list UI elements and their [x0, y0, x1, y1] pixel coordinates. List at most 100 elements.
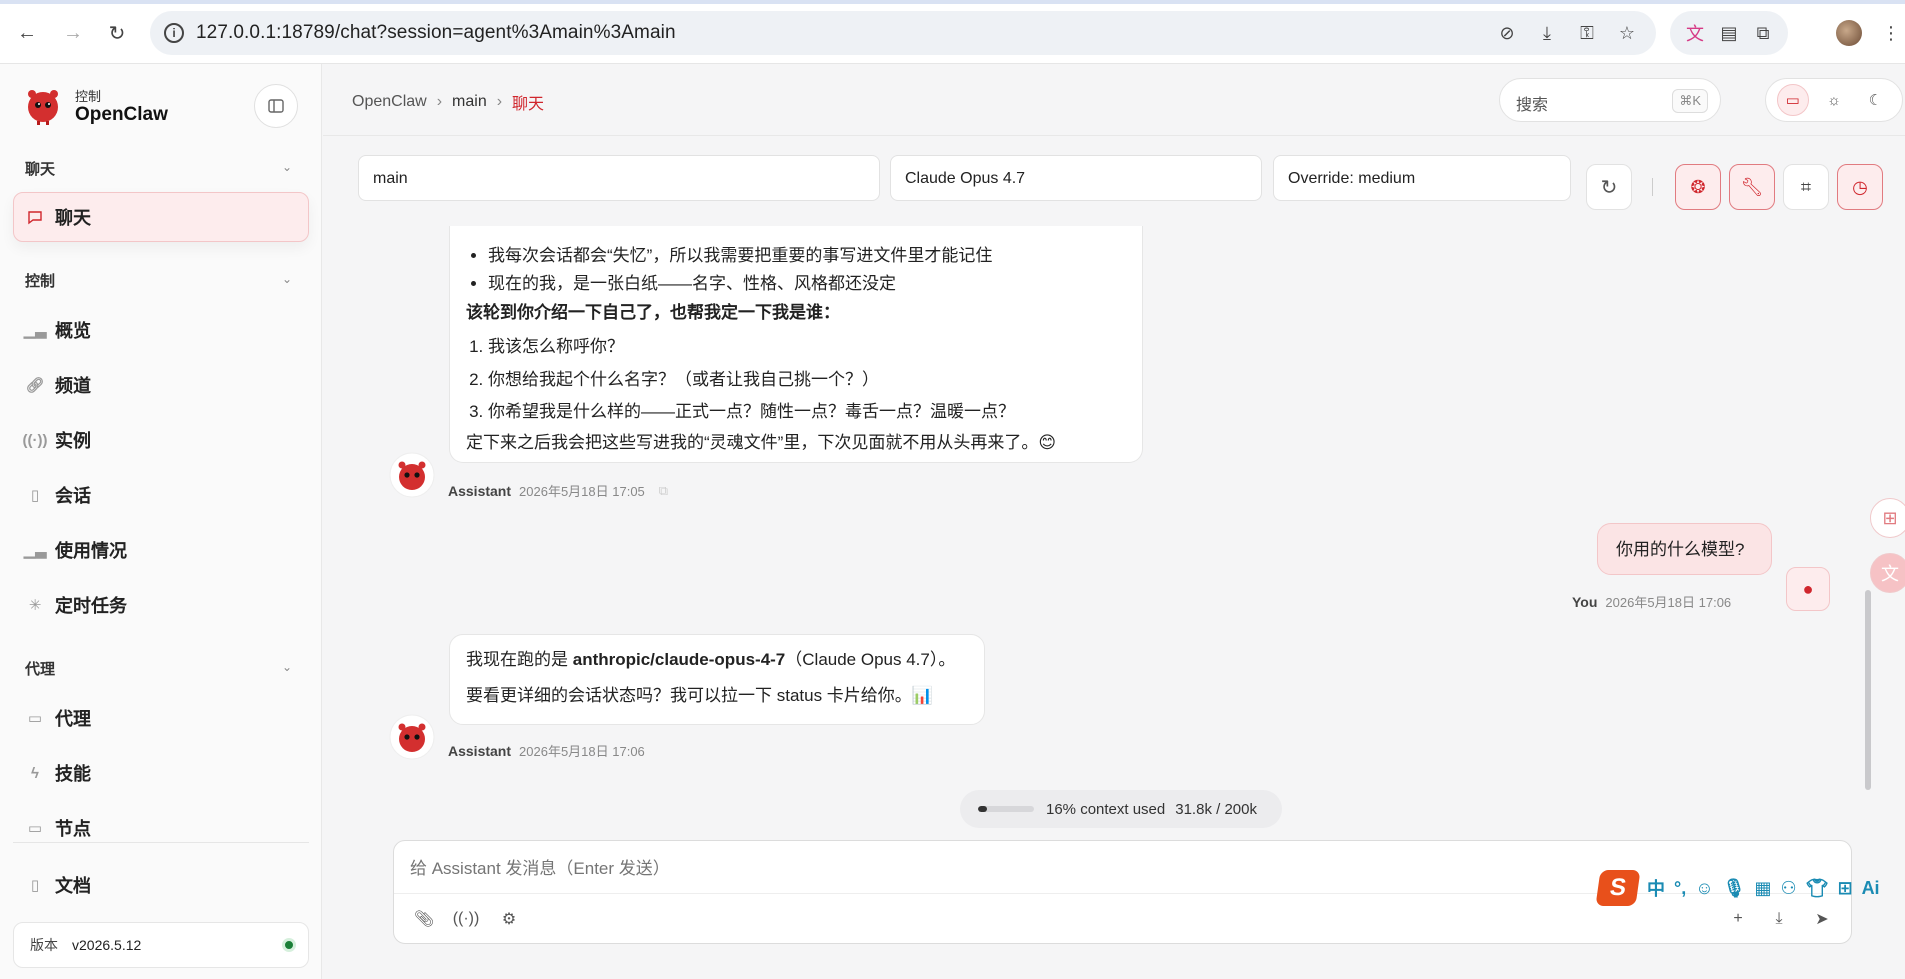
- monitor-icon: ▭: [27, 820, 43, 837]
- keyboard-icon[interactable]: ▦: [1754, 878, 1771, 899]
- message-meta: Assistant 2026年5月18日 17:05 ⧉: [448, 481, 668, 500]
- sidebar-item-channels[interactable]: 🔗︎ 频道: [25, 371, 91, 399]
- send-icon[interactable]: ➤: [1810, 907, 1834, 931]
- moon-icon[interactable]: ☾: [1859, 84, 1891, 116]
- override-select[interactable]: Override: medium: [1273, 155, 1571, 201]
- sidebar-item-instances[interactable]: ((·)) 实例: [23, 426, 91, 454]
- model-select[interactable]: Claude Opus 4.7: [890, 155, 1262, 201]
- sidebar-divider: [13, 842, 309, 843]
- sidebar-item-cron[interactable]: ✳ 定时任务: [25, 591, 127, 619]
- sidebar-item-sessions[interactable]: ▯ 会话: [25, 481, 91, 509]
- sun-icon[interactable]: ☼: [1818, 84, 1850, 116]
- chat-bubble-icon: [25, 207, 45, 227]
- breadcrumb-item[interactable]: OpenClaw: [352, 93, 427, 111]
- version-label: 版本: [30, 937, 58, 953]
- grid-icon[interactable]: ⊞: [1837, 878, 1852, 899]
- translate-ext-icon[interactable]: 文: [1684, 22, 1706, 44]
- assistant-avatar: [389, 714, 435, 760]
- bar-chart-icon: ▁▃: [23, 322, 47, 339]
- section-agent-title[interactable]: 代理: [25, 658, 55, 679]
- broadcast-icon[interactable]: ((·)): [453, 907, 480, 931]
- tools-button[interactable]: 🔧︎: [1729, 164, 1775, 210]
- brain-button[interactable]: ❂: [1675, 164, 1721, 210]
- site-info-icon[interactable]: i: [164, 23, 184, 43]
- copy-icon[interactable]: ⧉: [659, 483, 668, 499]
- focus-icon: ⌗: [1800, 176, 1812, 197]
- search-input[interactable]: 搜索 ⌘K: [1499, 78, 1721, 122]
- sidebar: 控制 OpenClaw 聊天 ⌄ 聊天 控制 ⌄ ▁▃ 概览 🔗︎ 频道 ((·…: [0, 64, 322, 979]
- punctuation-icon[interactable]: °,: [1674, 878, 1686, 899]
- sidebar-item-nodes[interactable]: ▭ 节点: [25, 814, 91, 842]
- reload-icon[interactable]: ↻: [104, 20, 130, 46]
- profile-avatar[interactable]: [1836, 20, 1862, 46]
- sidebar-item-overview[interactable]: ▁▃ 概览: [23, 316, 91, 344]
- sidebar-item-skills[interactable]: ϟ 技能: [25, 759, 91, 787]
- toolbar-separator: [1652, 178, 1653, 196]
- star-icon[interactable]: ☆: [1616, 22, 1638, 44]
- document-ext-icon[interactable]: ▤: [1718, 22, 1740, 44]
- apps-grid-icon[interactable]: ⊞: [1870, 498, 1905, 538]
- sidebar-item-usage[interactable]: ▁▃ 使用情况: [23, 536, 127, 564]
- focus-button[interactable]: ⌗: [1783, 164, 1829, 210]
- ime-language[interactable]: 中: [1647, 875, 1665, 901]
- assistant-avatar: [389, 452, 435, 498]
- collapse-sidebar-button[interactable]: [254, 84, 298, 128]
- monitor-icon[interactable]: ▭: [1776, 84, 1809, 116]
- loader-icon: ✳: [28, 597, 42, 614]
- sidebar-item-docs[interactable]: ▯ 文档: [25, 871, 91, 899]
- browser-toolbar: ← → ↻ i 127.0.0.1:18789/chat?session=age…: [0, 0, 1905, 64]
- eye-off-icon[interactable]: ⊘: [1496, 22, 1518, 44]
- puzzle-icon[interactable]: ⧉: [1752, 22, 1774, 44]
- refresh-button[interactable]: ↻: [1586, 164, 1632, 210]
- context-label: 16% context used: [1046, 800, 1166, 818]
- chevron-down-icon[interactable]: ⌄: [282, 272, 292, 286]
- attach-icon[interactable]: 📎︎: [412, 907, 436, 931]
- section-control-title[interactable]: 控制: [25, 270, 55, 291]
- chevron-down-icon[interactable]: ⌄: [282, 160, 292, 174]
- ime-ai[interactable]: Ai: [1862, 878, 1880, 899]
- address-bar[interactable]: i 127.0.0.1:18789/chat?session=agent%3Am…: [150, 11, 1656, 55]
- lightning-icon: ϟ: [31, 764, 39, 782]
- search-placeholder: 搜索: [1516, 97, 1549, 114]
- gear-icon[interactable]: ⚙: [497, 907, 521, 931]
- tab-strip-edge: [0, 0, 1905, 4]
- context-progress-bar: [978, 806, 1034, 812]
- user-avatar: ●: [1786, 567, 1830, 611]
- install-app-icon[interactable]: ⤓: [1536, 22, 1558, 44]
- message-numbered: 我该怎么称呼你？ 你想给我起个什么名字？（或者让我自己挑一个？） 你希望我是什么…: [466, 332, 1126, 428]
- chevron-down-icon[interactable]: ⌄: [282, 660, 292, 674]
- context-progress-fill: [978, 806, 987, 812]
- skin-icon[interactable]: 👕︎: [1806, 878, 1829, 899]
- ime-logo[interactable]: S: [1595, 870, 1641, 906]
- url-text[interactable]: 127.0.0.1:18789/chat?session=agent%3Amai…: [196, 22, 676, 44]
- sidebar-item-agents[interactable]: ▭ 代理: [25, 704, 91, 732]
- message-meta: Assistant 2026年5月18日 17:06: [448, 741, 645, 760]
- list-item: 我该怎么称呼你？: [488, 332, 1126, 363]
- breadcrumb-separator: ›: [436, 93, 443, 110]
- menu-dots-icon[interactable]: ⋮: [1880, 22, 1902, 44]
- microphone-icon[interactable]: 🎙︎: [1723, 878, 1746, 899]
- plus-icon[interactable]: +: [1726, 907, 1750, 931]
- message-text: 我现在跑的是: [466, 650, 573, 669]
- download-icon[interactable]: ⤓: [1767, 907, 1791, 931]
- translate-icon[interactable]: 文: [1870, 553, 1905, 593]
- emoji-icon[interactable]: ☺: [1695, 878, 1713, 899]
- section-chat-title[interactable]: 聊天: [25, 158, 55, 179]
- list-item: 你想给我起个什么名字？（或者让我自己挑一个？）: [488, 365, 1126, 396]
- breadcrumb-item[interactable]: main: [452, 93, 487, 111]
- message-line: 要看更详细的会话状态吗？我可以拉一下 status 卡片给你。📊: [466, 686, 933, 706]
- brain-icon: ❂: [1690, 176, 1706, 197]
- context-usage: 16% context used 31.8k / 200k: [960, 790, 1282, 828]
- user-icon[interactable]: ⚇: [1780, 878, 1796, 899]
- message-input[interactable]: [410, 859, 1710, 879]
- forward-icon[interactable]: →: [60, 20, 86, 46]
- back-icon[interactable]: ←: [14, 20, 40, 46]
- scrollbar-thumb[interactable]: [1865, 590, 1871, 790]
- history-button[interactable]: ◷: [1837, 164, 1883, 210]
- sidebar-toggle-icon: [268, 99, 284, 113]
- context-tokens: 31.8k / 200k: [1175, 800, 1257, 818]
- session-select[interactable]: main: [358, 155, 880, 201]
- sidebar-item-chat-content[interactable]: 聊天: [25, 203, 91, 231]
- key-icon[interactable]: ⚿: [1576, 22, 1598, 44]
- search-shortcut: ⌘K: [1672, 89, 1708, 113]
